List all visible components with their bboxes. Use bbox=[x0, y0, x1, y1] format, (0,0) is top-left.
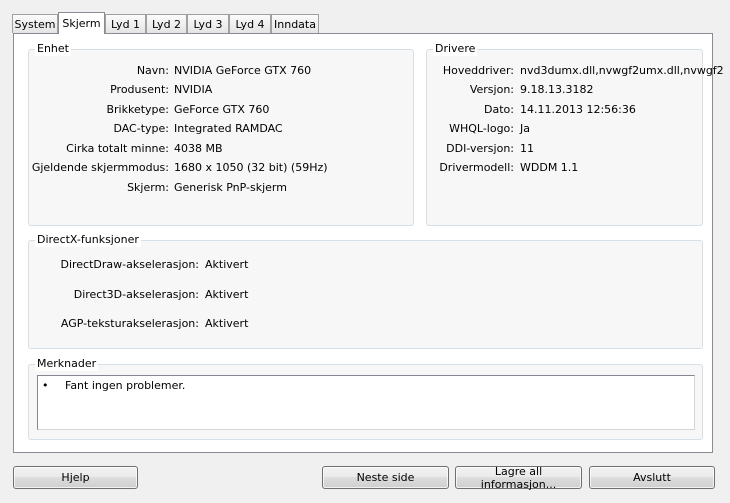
device-row-label: DAC-type: bbox=[113, 122, 169, 135]
device-row-label: Brikketype: bbox=[106, 103, 169, 116]
device-row-value: 1680 x 1050 (32 bit) (59Hz) bbox=[174, 161, 328, 174]
device-row-label: Gjeldende skjermmodus: bbox=[31, 161, 169, 174]
tab-skjerm[interactable]: Skjerm bbox=[58, 12, 105, 34]
save-all-info-button[interactable]: Lagre all informasjon... bbox=[455, 465, 582, 491]
device-row-value: NVIDIA GeForce GTX 760 bbox=[174, 64, 312, 77]
directx-row-label: AGP-teksturakselerasjon: bbox=[60, 317, 199, 330]
driver-row-value: Ja bbox=[520, 122, 530, 135]
driver-row-label: WHQL-logo: bbox=[449, 122, 514, 135]
device-row-value: NVIDIA bbox=[174, 83, 213, 96]
driver-row-value: 14.11.2013 12:56:36 bbox=[520, 103, 636, 116]
driver-row-value: 9.18.13.3182 bbox=[520, 83, 594, 96]
device-row-label: Produsent: bbox=[110, 83, 169, 96]
note-text: Fant ingen problemer. bbox=[65, 379, 186, 392]
driver-row-label: Drivermodell: bbox=[439, 161, 514, 174]
directx-row-value: Aktivert bbox=[205, 317, 249, 330]
device-row-label: Navn: bbox=[136, 64, 169, 77]
tab-system[interactable]: System bbox=[12, 14, 58, 33]
exit-button[interactable]: Avslutt bbox=[589, 466, 715, 489]
driver-row-value: 11 bbox=[520, 142, 534, 155]
notes-textbox[interactable]: • Fant ingen problemer. bbox=[37, 375, 695, 430]
tab-lyd-2[interactable]: Lyd 2 bbox=[146, 14, 187, 33]
tab-lyd-3[interactable]: Lyd 3 bbox=[187, 14, 229, 33]
notes-group: Merknader • Fant ingen problemer. bbox=[28, 357, 703, 440]
directx-row-value: Aktivert bbox=[205, 288, 249, 301]
directx-group-title: DirectX-funksjoner bbox=[35, 233, 141, 247]
tab-lyd-1[interactable]: Lyd 1 bbox=[105, 14, 146, 33]
directx-row-label: Direct3D-akselerasjon: bbox=[73, 288, 199, 301]
device-group: Enhet Navn: NVIDIA GeForce GTX 760 Produ… bbox=[28, 42, 414, 226]
driver-row-label: Dato: bbox=[484, 103, 514, 116]
device-row-label: Cirka totalt minne: bbox=[66, 142, 169, 155]
driver-row-value: WDDM 1.1 bbox=[520, 161, 579, 174]
directx-row-label: DirectDraw-akselerasjon: bbox=[60, 258, 199, 271]
directx-group: DirectX-funksjoner DirectDraw-akselerasj… bbox=[28, 233, 703, 349]
device-row-value: 4038 MB bbox=[174, 142, 223, 155]
device-row-value: Integrated RAMDAC bbox=[174, 122, 283, 135]
driver-row-value: nvd3dumx.dll,nvwgf2umx.dll,nvwgf2 bbox=[520, 64, 724, 77]
bullet-icon: • bbox=[42, 379, 49, 392]
tab-lyd-4[interactable]: Lyd 4 bbox=[229, 14, 271, 33]
driver-row-label: Versjon: bbox=[469, 83, 514, 96]
device-group-title: Enhet bbox=[35, 42, 71, 56]
driver-row-label: DDI-versjon: bbox=[446, 142, 514, 155]
device-row-value: GeForce GTX 760 bbox=[174, 103, 270, 116]
device-row-value: Generisk PnP-skjerm bbox=[174, 181, 287, 194]
device-row-label: Skjerm: bbox=[127, 181, 169, 194]
help-button[interactable]: Hjelp bbox=[13, 466, 138, 489]
driver-row-label: Hoveddriver: bbox=[442, 64, 514, 77]
directx-row-value: Aktivert bbox=[205, 258, 249, 271]
drivers-group: Drivere Hoveddriver: nvd3dumx.dll,nvwgf2… bbox=[426, 42, 724, 226]
notes-group-title: Merknader bbox=[35, 357, 99, 371]
tab-panel-skjerm: Enhet Navn: NVIDIA GeForce GTX 760 Produ… bbox=[13, 33, 724, 453]
tab-inndata[interactable]: Inndata bbox=[271, 14, 319, 33]
drivers-group-title: Drivere bbox=[433, 42, 478, 56]
next-page-button[interactable]: Neste side bbox=[322, 466, 449, 489]
